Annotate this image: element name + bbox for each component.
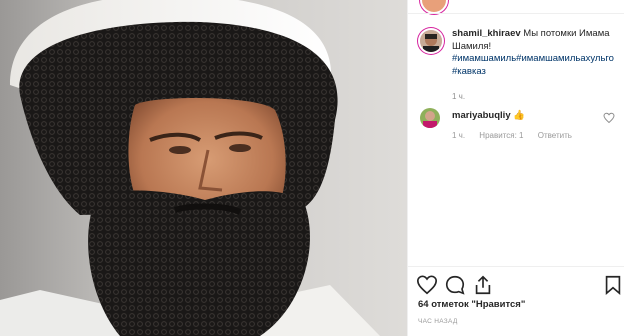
post-sidebar: shamil_khiraev Мы потомки Имама Шамиля! … [407, 0, 624, 336]
comment-meta: 1 ч. Нравится: 1 Ответить [452, 131, 584, 140]
commenter-avatar[interactable] [420, 108, 440, 128]
like-heart-icon[interactable] [416, 274, 438, 296]
bookmark-icon[interactable] [602, 274, 624, 296]
post-caption: shamil_khiraev Мы потомки Имама Шамиля! … [452, 28, 622, 78]
post-timestamp: ЧАС НАЗАД [418, 318, 458, 325]
actions-divider [408, 266, 624, 267]
share-upload-icon[interactable] [472, 274, 494, 296]
caption-hashtags[interactable]: #имамшамиль#имамшамильахульго #кавказ [452, 53, 622, 78]
comment-bubble-icon[interactable] [444, 274, 466, 296]
comment-author-link[interactable]: mariyabuqliy [452, 110, 511, 121]
comment-text: 👍 [510, 110, 526, 121]
likes-count[interactable]: 64 отметок "Нравится" [418, 299, 525, 310]
header-divider [408, 13, 624, 14]
commenter-avatar-image [420, 108, 440, 128]
caption-age: 1 ч. [452, 92, 466, 101]
comment-like-heart-icon[interactable] [603, 112, 615, 124]
comment-age: 1 ч. [452, 131, 466, 140]
author-avatar-image [420, 30, 442, 52]
portrait-image [0, 0, 380, 336]
caption-author-link[interactable]: shamil_khiraev [452, 28, 521, 39]
author-avatar[interactable] [420, 30, 442, 52]
post-actions [416, 274, 621, 298]
comment-reply-button[interactable]: Ответить [538, 131, 572, 140]
comment-body: mariyabuqliy 👍 [452, 110, 525, 121]
header-avatar[interactable] [420, 0, 448, 14]
post-photo[interactable] [0, 0, 407, 336]
comment-likes-link[interactable]: Нравится: 1 [479, 131, 523, 140]
